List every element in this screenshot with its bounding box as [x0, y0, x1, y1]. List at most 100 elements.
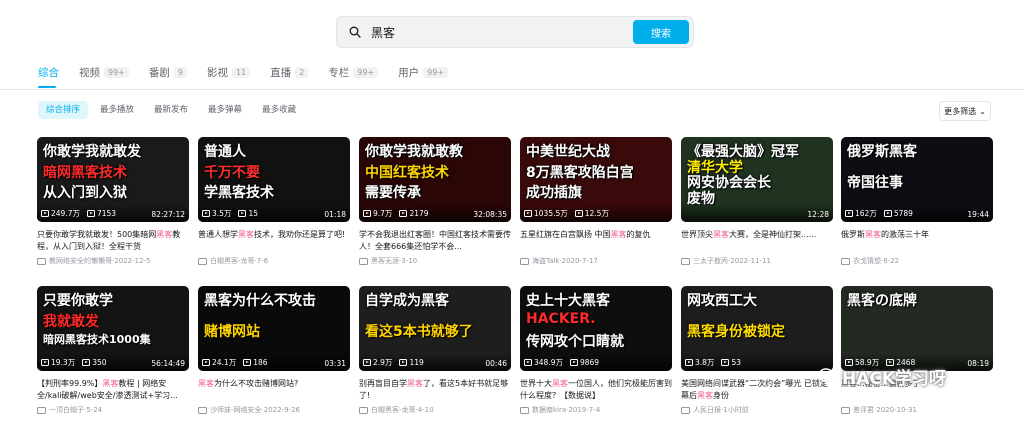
video-thumbnail[interactable]: 你敢学我就敢教 中国红客技术 需要传承 9.7万 2179 32:08:35 [359, 137, 511, 222]
tab-label: 视频 [79, 66, 100, 79]
video-title[interactable]: 五星红旗在白宫飘扬 中国黑客的复仇 [520, 229, 672, 253]
upload-date: 3-10 [401, 257, 418, 265]
uploader-name[interactable]: 数据南kira [532, 405, 566, 415]
video-duration: 32:08:35 [473, 210, 507, 219]
sort-option[interactable]: 最多收藏 [254, 101, 304, 119]
uploader-icon [37, 406, 46, 414]
uploader-name[interactable]: 教网络安全的懒懒哥 [49, 256, 112, 266]
play-count-icon [41, 359, 49, 366]
uploader-name[interactable]: 人民日报 [693, 405, 721, 415]
video-thumbnail[interactable]: 你敢学我就敢发 暗网黑客技术 从入门到入狱 249.7万 7153 82:27:12 [37, 137, 189, 222]
danmaku-count: 5789 [893, 209, 913, 218]
video-meta: 海盗Talk · 2020-7-17 [520, 256, 672, 266]
video-title[interactable]: 只要你敢学我就敢发！500集暗网黑客教程，从入门到入狱！全程干货 [37, 229, 189, 253]
thumbnail-caption: 史上十大黑客 [526, 293, 610, 309]
thumbnail-caption: 我就敢发 [43, 313, 99, 330]
tab-label: 专栏 [328, 66, 350, 79]
title-text: 别再盲目自学 [359, 379, 407, 388]
uploader-name[interactable]: 黑客无涯 [371, 256, 399, 266]
search-input[interactable] [371, 25, 621, 39]
danmaku-icon [399, 359, 408, 366]
uploader-icon [681, 406, 690, 414]
play-count-icon [202, 359, 210, 366]
video-card[interactable]: 自学成为黑客 看这5本书就够了 2.9万 119 00:46 别再盲目自学黑客了，看这5本… [359, 286, 511, 415]
video-thumbnail[interactable]: 史上十大黑客 HACKER. 传网攻个口睛就 348.9万 9869 [520, 286, 672, 371]
video-title[interactable]: 世界十大黑客一位国人，他们究极能厉害到什么程度？【数据说】 [520, 378, 672, 402]
wechat-icon [818, 367, 838, 385]
video-card[interactable]: 网攻西工大 黑客身份被锁定 3.8万 53 美国网络间谍武器“二次约会”曝光 已锁定幕后… [681, 286, 833, 415]
keyword-highlight: 黑客 [610, 230, 627, 239]
video-thumbnail[interactable]: 黑客の底牌 58.9万 2468 08:19 [841, 286, 993, 371]
thumbnail-caption: 暗网黑客技术1000集 [43, 333, 151, 347]
sort-option[interactable]: 最多播放 [92, 101, 142, 119]
video-title[interactable]: 普通人想学黑客技术，我劝你还是算了吧! [198, 229, 350, 253]
uploader-name[interactable]: 差评君 [853, 405, 874, 415]
divider [0, 89, 1024, 90]
uploader-name[interactable]: 白帽黑客-龙哥 [210, 256, 255, 266]
uploader-name[interactable]: 海盗Talk [532, 256, 559, 266]
uploader-name[interactable]: 沙师妹-网络安全 [210, 405, 262, 415]
thumbnail-caption: 需要传承 [365, 185, 421, 202]
video-thumbnail[interactable]: 《最强大脑》冠军 清华大学 网安协会会长 废物 12:28 [681, 137, 833, 222]
video-title[interactable]: 别再盲目自学黑客了，看这5本好书就足够了! [359, 378, 511, 402]
view-count: 3.8万 [695, 358, 715, 367]
tab-6[interactable]: 用户 99+ [398, 65, 449, 80]
video-card[interactable]: 俄罗斯黑客 帝国往事 162万 5789 19:44 俄罗斯黑客的激荡三十年 衣戈猜想 · … [841, 137, 993, 266]
danmaku-count: 7153 [96, 209, 117, 218]
video-title[interactable]: 【判刑率99.9%】黑客教程 | 网络安全/kali破解/web安全/渗透测试+… [37, 378, 189, 402]
video-card[interactable]: 史上十大黑客 HACKER. 传网攻个口睛就 348.9万 9869 世界十大黑客一位国人… [520, 286, 672, 415]
title-text: 【判刑率99.9%】 [37, 379, 103, 388]
upload-date: 4-10 [417, 406, 434, 414]
video-card[interactable]: 你敢学我就敢发 暗网黑客技术 从入门到入狱 249.7万 7153 82:27:12 只要你… [37, 137, 189, 266]
sort-option[interactable]: 综合排序 [38, 101, 89, 119]
video-thumbnail[interactable]: 网攻西工大 黑客身份被锁定 3.8万 53 [681, 286, 833, 371]
video-duration: 82:27:12 [151, 210, 185, 219]
uploader-name[interactable]: 白帽黑客-龙哥 [371, 405, 416, 415]
tab-3[interactable]: 影视 11 [207, 65, 251, 80]
tab-0[interactable]: 综合 [38, 65, 59, 80]
video-card[interactable]: 黑客の底牌 58.9万 2468 08:19 黑客...秘密...骗就多了 差评君 · 2… [841, 286, 993, 415]
video-title[interactable]: 俄罗斯黑客的激荡三十年 [841, 229, 993, 253]
video-stats: 249.7万 7153 [41, 208, 116, 219]
video-meta: 白帽黑客-龙哥 · 4-10 [359, 405, 511, 415]
tab-2[interactable]: 番剧 9 [149, 65, 187, 80]
uploader-name[interactable]: 一顶白帽子 [49, 405, 84, 415]
thumbnail-caption: 暗网黑客技术 [43, 164, 127, 181]
video-thumbnail[interactable]: 自学成为黑客 看这5本书就够了 2.9万 119 00:46 [359, 286, 511, 371]
tab-1[interactable]: 视频 99+ [79, 65, 129, 80]
search-icon [347, 24, 363, 40]
sort-option[interactable]: 最多弹幕 [200, 101, 250, 119]
view-count: 249.7万 [51, 209, 80, 218]
thumbnail-caption: 网攻西工大 [687, 293, 757, 309]
video-thumbnail[interactable]: 黑客为什么不攻击 赌博网站 24.1万 186 03:31 [198, 286, 350, 371]
more-filter-button[interactable]: 更多筛选 ⌄ [939, 101, 991, 121]
video-stats: 3.5万 15 [202, 208, 258, 219]
video-title[interactable]: 学不会我退出红客圈！中国红客技术需要传人！全套666集还怕学不会... [359, 229, 511, 253]
video-card[interactable]: 只要你敢学 我就敢发 暗网黑客技术1000集 19.3万 350 56:14:49 【判刑率… [37, 286, 189, 415]
video-card[interactable]: 中美世纪大战 8万黑客攻陷白宫 成功插旗 1035.5万 12.5万五星红旗在白宫飘扬 … [520, 137, 672, 266]
video-thumbnail[interactable]: 中美世纪大战 8万黑客攻陷白宫 成功插旗 1035.5万 12.5万 [520, 137, 672, 222]
video-card[interactable]: 黑客为什么不攻击 赌博网站 24.1万 186 03:31 黑客为什么不攻击赌博网站? 沙师… [198, 286, 350, 415]
video-card[interactable]: 普通人 千万不要 学黑客技术 3.5万 15 01:18 普通人想学黑客技术，我劝你还是算了… [198, 137, 350, 266]
danmaku-count: 350 [92, 358, 107, 367]
video-meta: 人民日报 · 1小时前 [681, 405, 833, 415]
uploader-name[interactable]: 衣戈猜想 [853, 256, 881, 266]
video-thumbnail[interactable]: 只要你敢学 我就敢发 暗网黑客技术1000集 19.3万 350 56:14:49 [37, 286, 189, 371]
uploader-icon [37, 257, 46, 265]
uploader-name[interactable]: 三太子敖丙 [693, 256, 728, 266]
tab-4[interactable]: 直播 2 [270, 65, 309, 80]
video-thumbnail[interactable]: 俄罗斯黑客 帝国往事 162万 5789 19:44 [841, 137, 993, 222]
danmaku-icon [399, 210, 408, 217]
video-duration: 01:18 [324, 210, 346, 219]
search-button[interactable]: 搜索 [633, 20, 689, 44]
video-title[interactable]: 世界顶尖黑客大赛，全是神仙打架...... [681, 229, 833, 253]
video-title[interactable]: 黑客为什么不攻击赌博网站? [198, 378, 350, 402]
video-stats: 24.1万 186 [202, 357, 268, 368]
video-card[interactable]: 《最强大脑》冠军 清华大学 网安协会会长 废物 12:28 世界顶尖黑客大赛，全是神仙打架… [681, 137, 833, 266]
sort-option[interactable]: 最新发布 [146, 101, 196, 119]
tab-label: 番剧 [148, 66, 170, 79]
video-card[interactable]: 你敢学我就敢教 中国红客技术 需要传承 9.7万 2179 32:08:35 学不会我退出红… [359, 137, 511, 266]
tab-5[interactable]: 专栏 99+ [328, 65, 379, 80]
video-thumbnail[interactable]: 普通人 千万不要 学黑客技术 3.5万 15 01:18 [198, 137, 350, 222]
video-title[interactable]: 美国网络间谍武器“二次约会”曝光 已锁定幕后黑客身份 [681, 378, 833, 402]
